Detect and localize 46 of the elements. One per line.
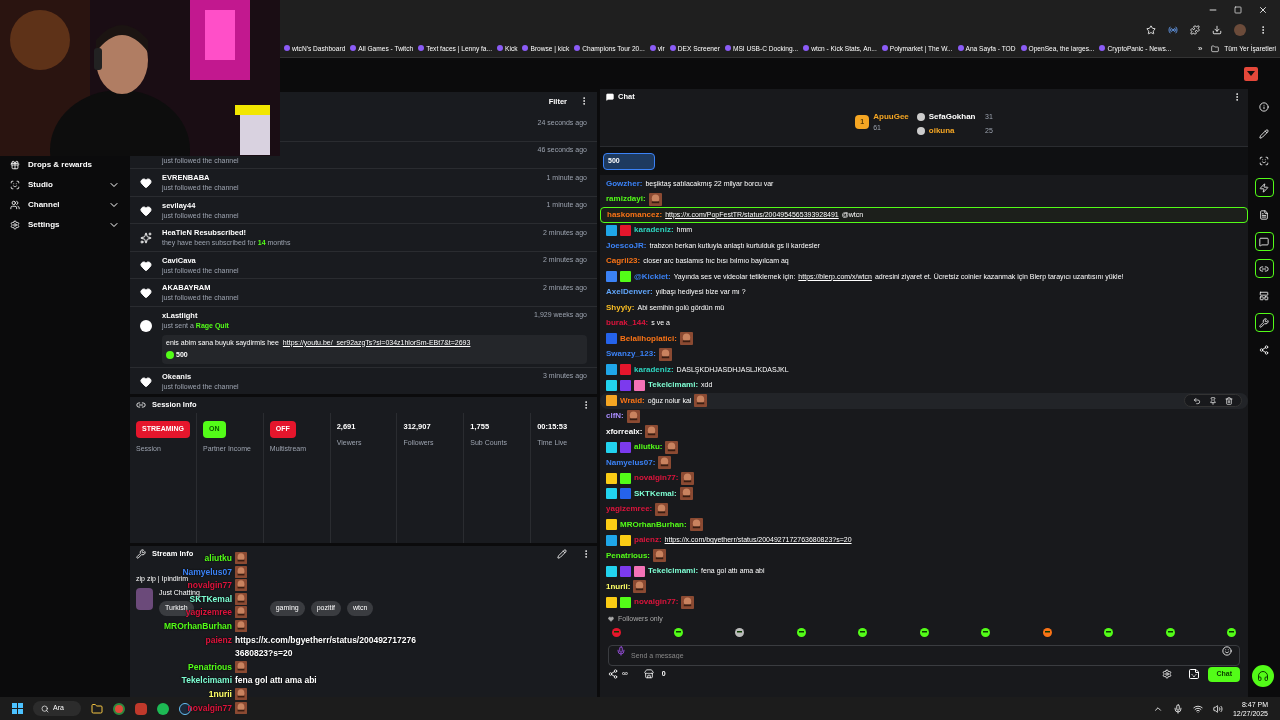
sidebar-link[interactable]: Drops & rewards <box>28 159 120 171</box>
chat-username[interactable]: Belalihoplatici: <box>620 332 677 345</box>
more-bookmarks[interactable]: » <box>1197 42 1203 55</box>
leader-name: SefaGokhan <box>928 111 976 123</box>
chat-username[interactable]: MROrhanBurhan: <box>620 518 687 531</box>
chat-username[interactable]: haskomancez: <box>607 208 663 221</box>
overlay-username: 1nurii <box>208 687 232 701</box>
overlay-message: fena gol attı ama abi <box>235 674 318 688</box>
chat-username[interactable]: Shyyly: <box>606 301 635 314</box>
chat-username[interactable]: novalgin77: <box>634 596 679 609</box>
chat-username[interactable]: Wraid: <box>620 394 645 407</box>
overlay-username: novalgin77 <box>187 580 232 591</box>
overlay-username: paienz <box>205 633 232 647</box>
sidebar-link[interactable]: Studio <box>28 179 100 191</box>
overlay-message: https://x.com/bgyetherr/status/200492717276 3680823?s=20 <box>235 633 417 661</box>
chat-username[interactable]: xforrealx: <box>606 425 643 438</box>
sidebar-link[interactable]: Settings <box>28 219 100 231</box>
chat-username[interactable]: Gowzher: <box>606 177 643 190</box>
chat-username[interactable]: Cagril23: <box>606 255 641 268</box>
chat-username[interactable]: Namyelus07: <box>606 456 656 469</box>
overlay-username: MROrhanBurhan <box>164 619 232 633</box>
chat-username[interactable]: Swanzy_123: <box>606 348 656 361</box>
chat-username[interactable]: paienz: <box>634 534 662 547</box>
chat-username[interactable]: SKTKemal: <box>634 487 677 500</box>
chat-username[interactable]: aliutku: <box>634 441 663 454</box>
chat-username[interactable]: karadeniz: <box>634 363 674 376</box>
chat-username[interactable]: karadeniz: <box>634 224 674 237</box>
chat-username[interactable]: Tekelcimami: <box>648 379 699 392</box>
chat-username[interactable]: @Kicklet: <box>634 270 671 283</box>
leader-name: oikuna <box>928 125 955 137</box>
chat-username[interactable]: 1nurii: <box>606 580 631 593</box>
chat-username[interactable]: novalgin77: <box>634 472 679 485</box>
leader-name: ApuuGee <box>873 111 909 123</box>
chat-username[interactable]: AxelDenver: <box>606 286 653 299</box>
overlay-username: Tekelcimami <box>181 674 232 688</box>
overlay-username: Penatrious <box>188 660 232 674</box>
chat-username[interactable]: burak_144: <box>606 317 649 330</box>
chat-username[interactable]: Penatrious: <box>606 549 650 562</box>
chat-username[interactable]: Tekelcimami: <box>648 565 699 578</box>
chat-username[interactable]: JoescoJR: <box>606 239 647 252</box>
chat-username[interactable]: yagizemree: <box>606 503 653 516</box>
overlay-username: aliutku <box>204 552 232 565</box>
chat-username[interactable]: clfN: <box>606 410 624 423</box>
sidebar-link[interactable]: Channel <box>28 199 100 211</box>
chat-username[interactable]: ramizdayi: <box>606 193 646 206</box>
points-value: ∞ <box>622 668 628 680</box>
